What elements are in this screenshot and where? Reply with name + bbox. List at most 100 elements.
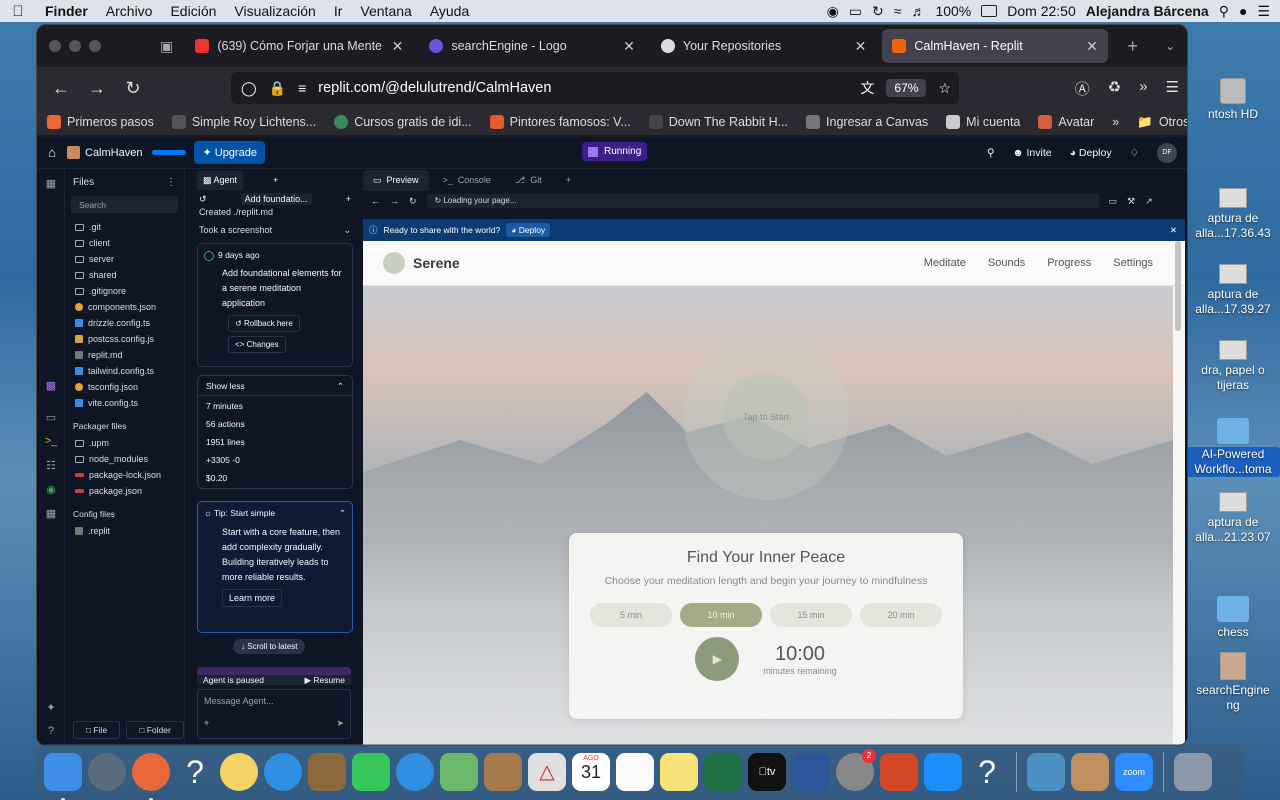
- file-item[interactable]: .upm: [65, 435, 184, 451]
- desktop-item-chess[interactable]: chess: [1186, 596, 1280, 640]
- avatar[interactable]: DF: [1157, 142, 1177, 163]
- zoom-window-button[interactable]: [89, 40, 101, 52]
- close-tab-icon[interactable]: ✕: [855, 38, 867, 55]
- attach-icon[interactable]: ⌖: [204, 718, 209, 729]
- calendar-icon[interactable]: AGO 31: [572, 753, 610, 791]
- tab-overview-icon[interactable]: ▣: [148, 38, 186, 55]
- bookmark-pintores[interactable]: Pintores famosos: V...: [489, 115, 631, 129]
- preview-app-icon[interactable]: [308, 753, 346, 791]
- scroll-to-latest-button[interactable]: ↓ Scroll to latest: [233, 639, 306, 654]
- time-machine-icon[interactable]: ↻: [872, 3, 884, 20]
- app-store-icon[interactable]: [924, 753, 962, 791]
- unknown-app-icon[interactable]: ?: [968, 753, 1006, 791]
- zoom-level[interactable]: 67%: [886, 79, 927, 97]
- resume-button[interactable]: ▶ Resume: [304, 675, 345, 686]
- add-tab-icon[interactable]: +: [273, 175, 278, 185]
- file-search-input[interactable]: Search: [71, 196, 178, 213]
- bookmark-mi-cuenta[interactable]: Mi cuenta: [946, 115, 1020, 129]
- desktop-item-hd[interactable]: ntosh HD: [1186, 78, 1280, 122]
- show-less-button[interactable]: Show less ⌃: [198, 376, 352, 396]
- new-folder-button[interactable]: □ Folder: [126, 721, 184, 739]
- send-icon[interactable]: ➤: [336, 718, 344, 729]
- messages-icon[interactable]: [396, 753, 434, 791]
- close-tab-icon[interactable]: ✕: [392, 38, 404, 55]
- trash-icon[interactable]: [1174, 753, 1212, 791]
- shield-icon[interactable]: ◯: [241, 80, 257, 97]
- excel-icon[interactable]: [704, 753, 742, 791]
- bookmark-canvas[interactable]: Ingresar a Canvas: [806, 115, 928, 129]
- siri-icon[interactable]: ●: [1239, 3, 1247, 19]
- serene-logo[interactable]: [383, 252, 405, 274]
- reload-button[interactable]: ↻: [115, 78, 151, 99]
- facetime-icon[interactable]: [352, 753, 390, 791]
- new-file-button[interactable]: □ File: [73, 721, 121, 739]
- bookmark-primeros-pasos[interactable]: Primeros pasos: [47, 115, 154, 129]
- close-window-button[interactable]: [49, 40, 61, 52]
- apple-tv-icon[interactable]: tv: [748, 753, 786, 791]
- reload-icon[interactable]: ↻: [409, 196, 417, 207]
- new-tab-button[interactable]: +: [1114, 36, 1152, 57]
- play-button[interactable]: ▶: [695, 637, 740, 681]
- file-item[interactable]: client: [65, 235, 184, 251]
- learn-more-button[interactable]: Learn more: [222, 589, 283, 607]
- tab-list-chevron-icon[interactable]: ⌄: [1151, 39, 1187, 53]
- bookmarks-overflow-icon[interactable]: »: [1112, 115, 1119, 130]
- devtools-icon[interactable]: ⚒: [1127, 196, 1135, 207]
- unknown-app-icon[interactable]: ?: [176, 753, 214, 791]
- tools-grid-icon[interactable]: ▦: [44, 507, 58, 521]
- permissions-icon[interactable]: ≡: [298, 80, 306, 96]
- launchpad-icon[interactable]: [88, 753, 126, 791]
- devices-icon[interactable]: ▭: [1109, 196, 1118, 207]
- finder-icon[interactable]: [44, 753, 82, 800]
- upgrade-button[interactable]: ✦ Upgrade: [194, 141, 265, 164]
- tab-searchengine[interactable]: searchEngine - Logo ✕: [419, 29, 645, 63]
- tab-repositories[interactable]: Your Repositories ✕: [651, 29, 877, 63]
- help-icon[interactable]: ?: [44, 725, 58, 739]
- home-icon[interactable]: ⌂: [37, 145, 67, 160]
- duration-option[interactable]: 15 min: [770, 603, 852, 627]
- serene-brand[interactable]: Serene: [413, 255, 460, 271]
- wifi-icon[interactable]: ≈: [894, 3, 902, 19]
- nav-progress[interactable]: Progress: [1047, 257, 1091, 269]
- file-item[interactable]: tailwind.config.ts: [65, 363, 184, 379]
- acrobat-icon[interactable]: △: [528, 753, 566, 791]
- chevron-up-icon[interactable]: ⌃: [339, 508, 346, 519]
- notes-icon[interactable]: [660, 753, 698, 791]
- close-banner-icon[interactable]: ✕: [1170, 225, 1185, 236]
- tab-youtube[interactable]: (639) Cómo Forjar una Mente D ✕: [185, 29, 413, 63]
- menu-ayuda[interactable]: Ayuda: [421, 3, 478, 19]
- chat-selector[interactable]: Add foundatio...: [240, 193, 312, 205]
- file-item[interactable]: .git: [65, 219, 184, 235]
- lock-icon[interactable]: 🔒: [269, 80, 286, 97]
- tab-git[interactable]: ⎇ Git: [505, 170, 552, 191]
- forward-icon[interactable]: →: [390, 196, 399, 206]
- minimize-window-button[interactable]: [69, 40, 81, 52]
- file-item[interactable]: package-lock.json: [65, 467, 184, 483]
- duration-option[interactable]: 10 min: [680, 603, 762, 627]
- search-icon[interactable]: ⚲: [987, 147, 995, 159]
- word-icon[interactable]: [792, 753, 830, 791]
- file-item[interactable]: replit.md: [65, 347, 184, 363]
- overflow-icon[interactable]: »: [1139, 78, 1147, 99]
- menu-ventana[interactable]: Ventana: [351, 3, 420, 19]
- console-icon[interactable]: >_: [44, 435, 58, 449]
- desktop-item-screenshot-3[interactable]: aptura de alla...21.23.07: [1186, 492, 1280, 545]
- files-icon[interactable]: ▦: [44, 177, 58, 191]
- downloads-stack-icon[interactable]: [1071, 753, 1109, 791]
- account-icon[interactable]: Ⓐ: [1075, 78, 1090, 99]
- file-item[interactable]: drizzle.config.ts: [65, 315, 184, 331]
- translate-icon[interactable]: 文: [860, 78, 874, 98]
- bookmark-star-icon[interactable]: ☆: [938, 80, 959, 97]
- photos-icon[interactable]: [220, 753, 258, 791]
- file-item[interactable]: node_modules: [65, 451, 184, 467]
- preview-stack-icon[interactable]: [1027, 753, 1065, 791]
- git-icon[interactable]: ◉: [44, 483, 58, 497]
- open-new-tab-icon[interactable]: ↗: [1145, 196, 1153, 207]
- sparkle-icon[interactable]: ✦: [44, 701, 58, 715]
- other-bookmarks[interactable]: 📁Otros marcadores: [1137, 115, 1187, 130]
- bookmark-avatar[interactable]: Avatar: [1038, 115, 1094, 129]
- message-agent-input[interactable]: Message Agent... ⌖ ➤: [197, 689, 351, 739]
- file-item[interactable]: tsconfig.json: [65, 379, 184, 395]
- apple-icon[interactable]: : [0, 3, 36, 20]
- bell-icon[interactable]: ♢: [1130, 147, 1139, 159]
